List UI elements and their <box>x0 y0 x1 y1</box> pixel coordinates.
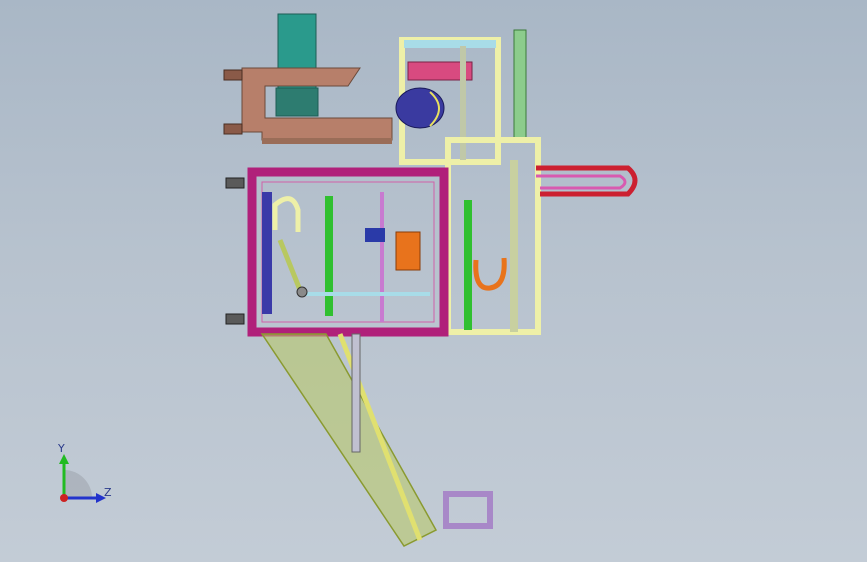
inner-green-post <box>325 196 333 316</box>
hook-arm <box>272 196 301 232</box>
right-green-post <box>464 200 472 330</box>
right-frame[interactable] <box>445 137 541 335</box>
right-frame-column <box>510 160 518 332</box>
linkage-arm <box>277 239 303 291</box>
purple-tray[interactable] <box>443 491 493 529</box>
triad-graphic <box>59 454 106 503</box>
orientation-triad[interactable]: Y Z <box>44 440 114 510</box>
red-hose-upper[interactable] <box>536 165 638 197</box>
inner-crossbar <box>300 292 430 296</box>
magenta-hose <box>536 174 627 190</box>
y-axis-label: Y <box>58 442 65 455</box>
linkage-pivot <box>296 286 308 298</box>
bracket-plate <box>262 138 392 144</box>
inner-magenta-post <box>380 192 384 322</box>
vertical-cylinder[interactable] <box>513 29 527 139</box>
cad-viewport[interactable]: Y Z <box>0 0 867 562</box>
orange-block[interactable] <box>395 231 421 271</box>
frame-bolt-bottom <box>225 313 245 325</box>
inner-blue-block <box>365 228 385 242</box>
blue-motor[interactable] <box>395 87 445 129</box>
z-axis-label: Z <box>104 486 112 499</box>
bracket-bolt-top <box>223 69 243 81</box>
orange-arc <box>473 257 507 291</box>
left-blue-bar <box>262 192 272 314</box>
machine-model[interactable] <box>0 0 867 562</box>
top-cylinder-base <box>275 87 319 117</box>
frame-bolt-top <box>225 177 245 189</box>
upper-frame-rail <box>404 40 496 48</box>
vertical-rod <box>351 333 361 453</box>
bracket-bolt-bottom <box>223 123 243 135</box>
